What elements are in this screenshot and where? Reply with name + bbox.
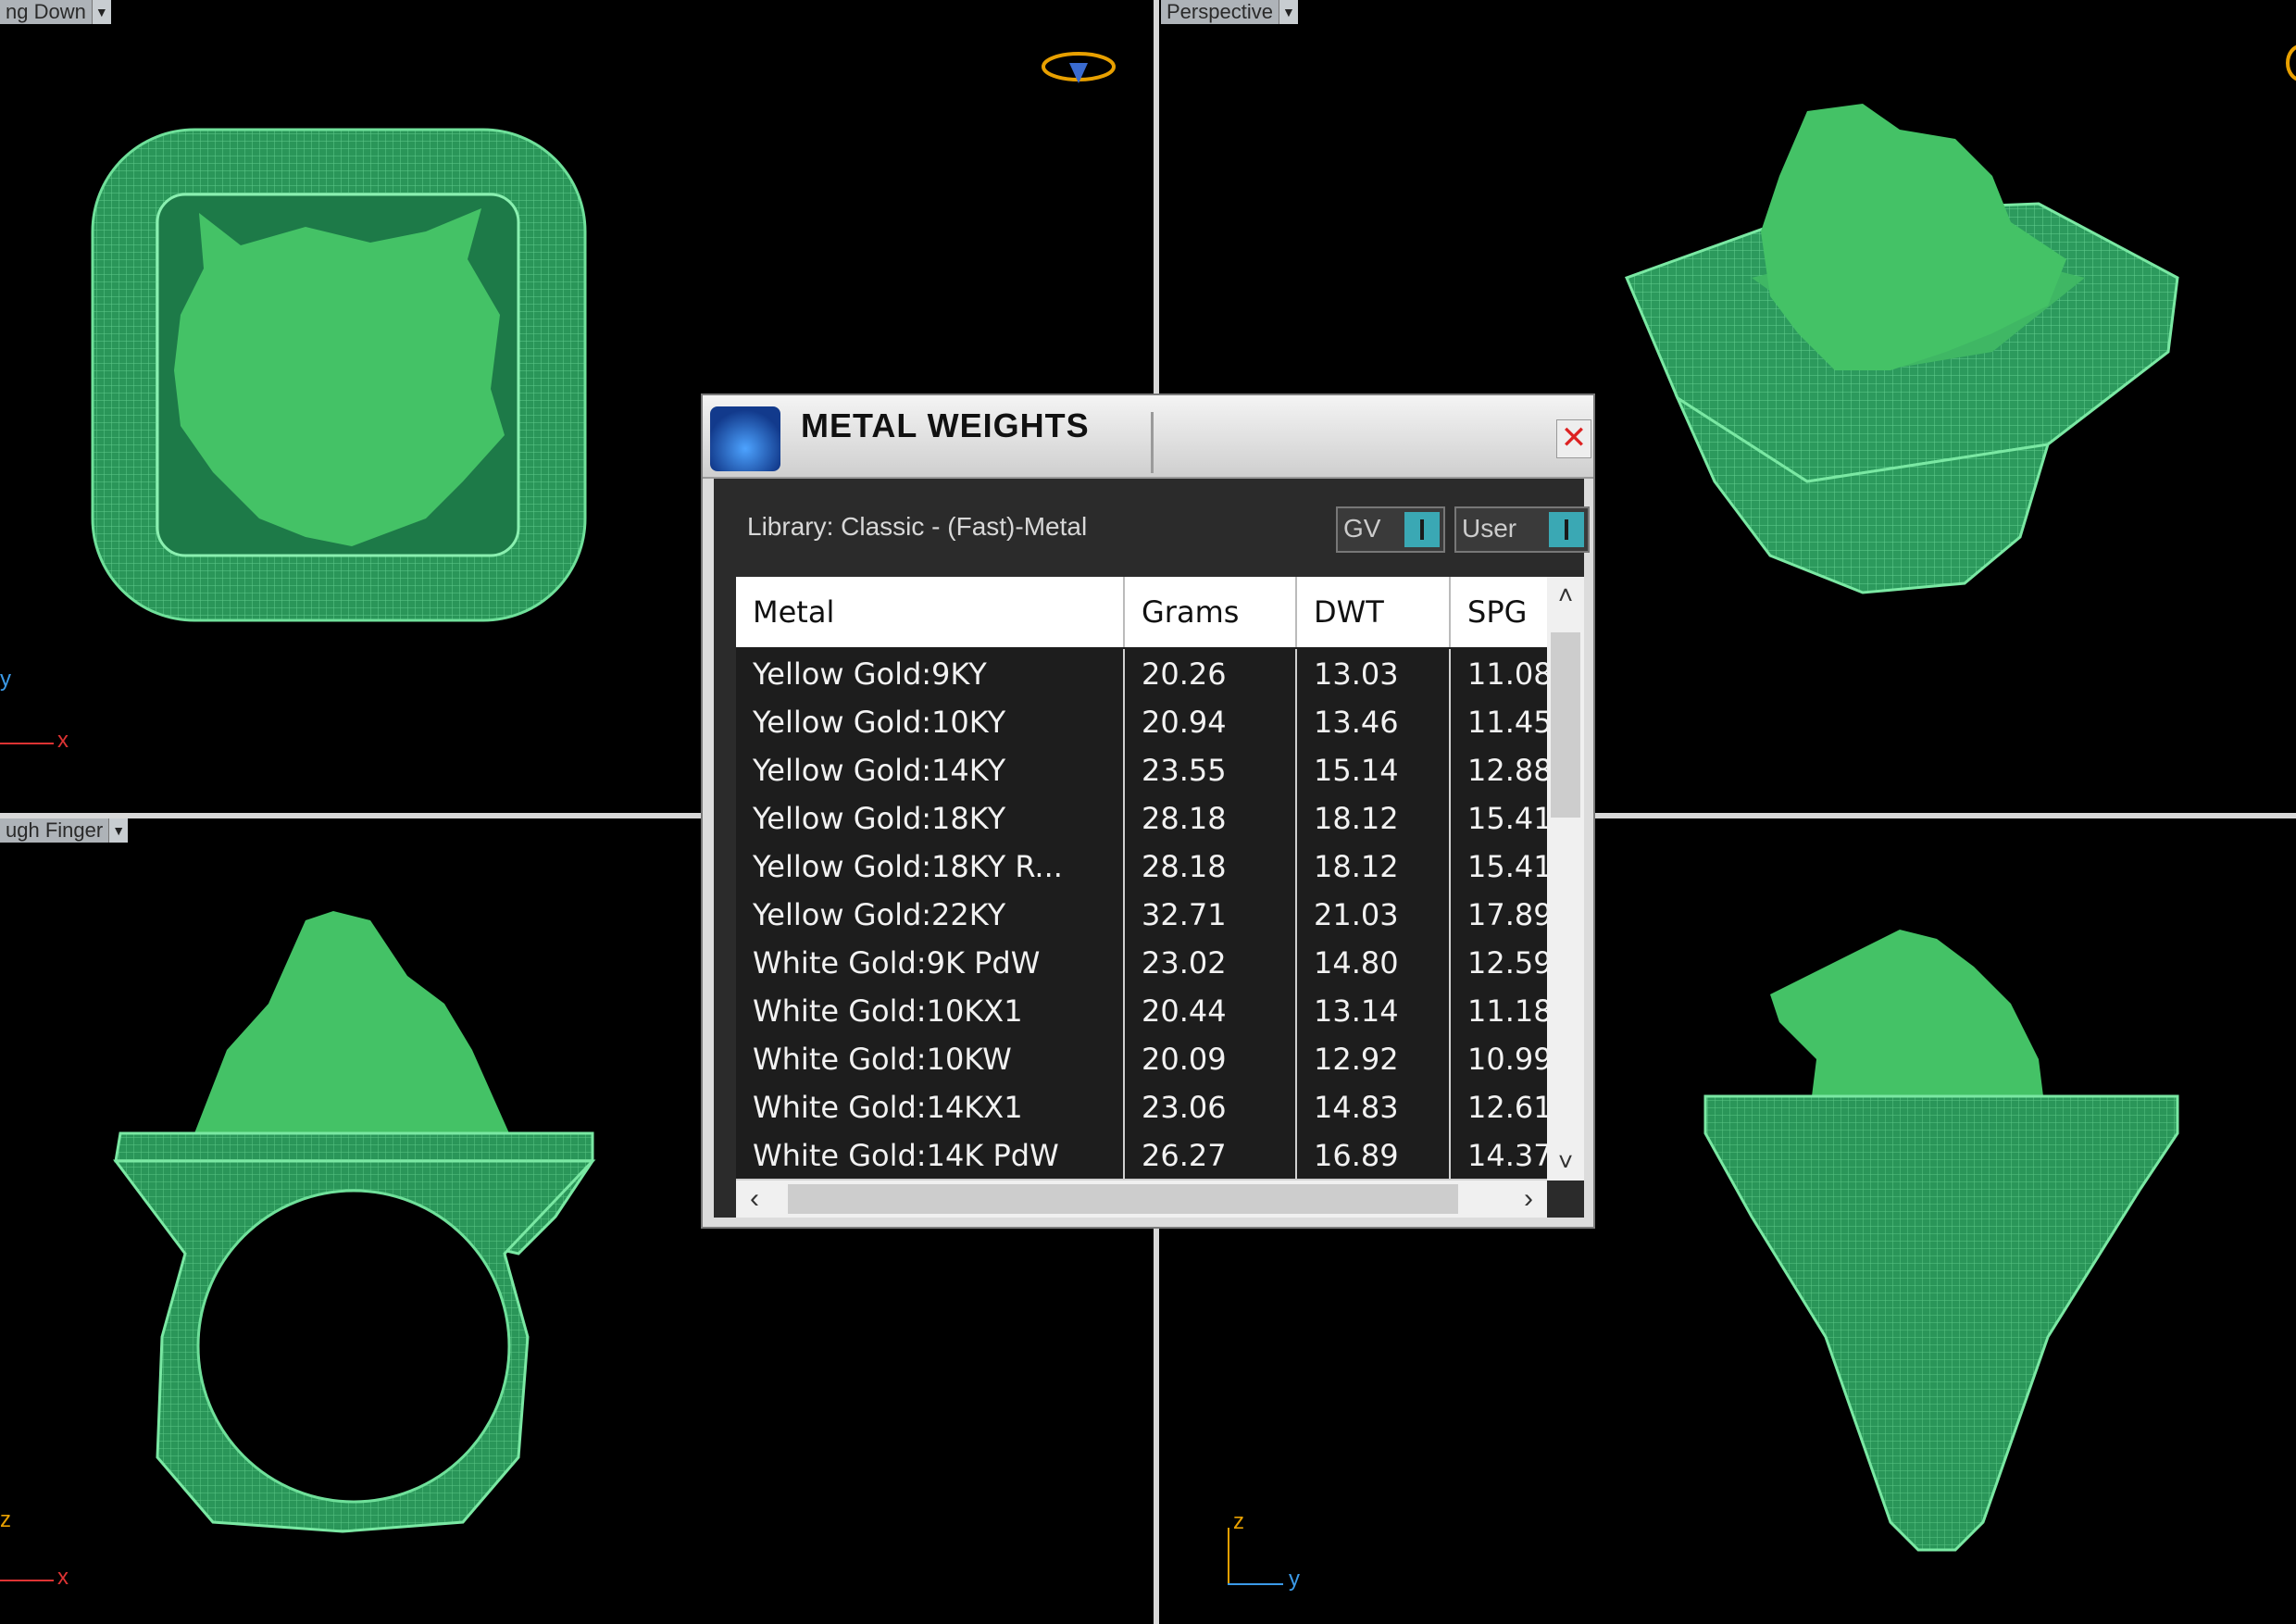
- spg-cell: 11.45: [1451, 697, 1558, 745]
- dialog-titlebar[interactable]: METAL WEIGHTS ✕: [703, 395, 1593, 479]
- axis-y-label: y: [1289, 1567, 1300, 1592]
- table-row[interactable]: White Gold:14KX1 23.06 14.83 12.61: [736, 1082, 1558, 1132]
- view-cube-icon[interactable]: [1037, 44, 1120, 91]
- scroll-thumb[interactable]: [788, 1184, 1458, 1214]
- metal-cell: White Gold:14K PdW: [736, 1131, 1125, 1179]
- table-row[interactable]: Yellow Gold:14KY 23.55 15.14 12.88: [736, 745, 1558, 795]
- user-toggle[interactable]: User: [1454, 506, 1590, 553]
- dwt-cell: 14.83: [1297, 1082, 1451, 1131]
- dwt-cell: 13.14: [1297, 986, 1451, 1034]
- grams-cell: 23.06: [1125, 1082, 1297, 1131]
- view-cube-icon[interactable]: [2284, 37, 2296, 93]
- scroll-up-icon[interactable]: ˄: [1547, 577, 1584, 614]
- gv-toggle-label: GV: [1343, 514, 1381, 543]
- table-row[interactable]: Yellow Gold:18KY R... 28.18 18.12 15.41: [736, 842, 1558, 892]
- spg-cell: 12.88: [1451, 745, 1558, 793]
- metal-cell: White Gold:10KW: [736, 1034, 1125, 1082]
- dwt-cell: 15.14: [1297, 745, 1451, 793]
- axis-z-label: z: [1233, 1509, 1244, 1534]
- grams-cell: 28.18: [1125, 793, 1297, 842]
- close-button[interactable]: ✕: [1556, 419, 1591, 458]
- scroll-right-icon[interactable]: ›: [1510, 1181, 1547, 1218]
- toggle-switch-icon: [1549, 512, 1584, 547]
- axis-x-label: x: [57, 1565, 69, 1590]
- dwt-cell: 16.89: [1297, 1131, 1451, 1179]
- spg-cell: 11.08: [1451, 649, 1558, 697]
- user-toggle-label: User: [1462, 514, 1517, 543]
- dwt-cell: 12.92: [1297, 1034, 1451, 1082]
- grams-cell: 28.18: [1125, 842, 1297, 890]
- spg-cell: 12.59: [1451, 938, 1558, 986]
- metal-cell: Yellow Gold:22KY: [736, 890, 1125, 938]
- dialog-body: Library: Classic - (Fast)-Metal GV User …: [714, 479, 1590, 1218]
- axis-y-label: y: [0, 667, 11, 692]
- gv-toggle[interactable]: GV: [1336, 506, 1445, 553]
- metal-cell: White Gold:10KX1: [736, 986, 1125, 1034]
- table-header: Metal Grams DWT SPG: [736, 577, 1558, 647]
- grams-cell: 20.26: [1125, 649, 1297, 697]
- toggle-switch-icon: [1404, 512, 1440, 547]
- spg-cell: 15.41: [1451, 842, 1558, 890]
- metal-weights-table[interactable]: Metal Grams DWT SPG Yellow Gold:9KY 20.26…: [736, 577, 1558, 1181]
- spg-cell: 15.41: [1451, 793, 1558, 842]
- scroll-left-icon[interactable]: ‹: [736, 1181, 773, 1218]
- metal-cell: Yellow Gold:9KY: [736, 649, 1125, 697]
- spg-cell: 12.61: [1451, 1082, 1558, 1131]
- dwt-cell: 14.80: [1297, 938, 1451, 986]
- grams-cell: 23.55: [1125, 745, 1297, 793]
- table-row[interactable]: Yellow Gold:10KY 20.94 13.46 11.45: [736, 697, 1558, 747]
- vertical-scrollbar[interactable]: ˄ ˅: [1547, 577, 1584, 1181]
- spg-cell: 10.99: [1451, 1034, 1558, 1082]
- axis-x-line: [0, 1580, 54, 1581]
- metal-weights-dialog[interactable]: METAL WEIGHTS ✕ Library: Classic - (Fast…: [701, 394, 1595, 1229]
- metal-cell: White Gold:14KX1: [736, 1082, 1125, 1131]
- table-row[interactable]: Yellow Gold:18KY 28.18 18.12 15.41: [736, 793, 1558, 843]
- metal-cell: Yellow Gold:10KY: [736, 697, 1125, 745]
- table-row[interactable]: Yellow Gold:22KY 32.71 21.03 17.89: [736, 890, 1558, 940]
- metal-cell: Yellow Gold:18KY R...: [736, 842, 1125, 890]
- table-row[interactable]: Yellow Gold:9KY 20.26 13.03 11.08: [736, 649, 1558, 699]
- grams-cell: 23.02: [1125, 938, 1297, 986]
- grams-cell: 20.09: [1125, 1034, 1297, 1082]
- grams-cell: 20.94: [1125, 697, 1297, 745]
- column-header-spg[interactable]: SPG: [1451, 577, 1558, 647]
- scroll-thumb[interactable]: [1551, 632, 1580, 818]
- axis-z-label: z: [0, 1507, 11, 1532]
- metal-cell: White Gold:9K PdW: [736, 938, 1125, 986]
- axis-z-line: [1228, 1528, 1229, 1585]
- dwt-cell: 13.03: [1297, 649, 1451, 697]
- column-header-grams[interactable]: Grams: [1125, 577, 1297, 647]
- app-logo-icon: [710, 406, 780, 471]
- grams-cell: 20.44: [1125, 986, 1297, 1034]
- grams-cell: 26.27: [1125, 1131, 1297, 1179]
- dialog-title: METAL WEIGHTS: [801, 406, 1090, 444]
- axis-x-line: [0, 743, 54, 744]
- dwt-cell: 18.12: [1297, 842, 1451, 890]
- dwt-cell: 21.03: [1297, 890, 1451, 938]
- table-row[interactable]: White Gold:9K PdW 23.02 14.80 12.59: [736, 938, 1558, 988]
- horizontal-scrollbar[interactable]: ‹ ›: [736, 1181, 1547, 1218]
- library-label: Library: Classic - (Fast)-Metal: [747, 512, 1088, 541]
- spg-cell: 11.18: [1451, 986, 1558, 1034]
- axis-y-line: [1228, 1583, 1283, 1585]
- metal-cell: Yellow Gold:14KY: [736, 745, 1125, 793]
- axis-x-label: x: [57, 728, 69, 753]
- dwt-cell: 13.46: [1297, 697, 1451, 745]
- column-header-metal[interactable]: Metal: [736, 577, 1125, 647]
- column-header-dwt[interactable]: DWT: [1297, 577, 1451, 647]
- table-row[interactable]: White Gold:10KW 20.09 12.92 10.99: [736, 1034, 1558, 1084]
- spg-cell: 17.89: [1451, 890, 1558, 938]
- grams-cell: 32.71: [1125, 890, 1297, 938]
- scroll-down-icon[interactable]: ˅: [1547, 1143, 1584, 1181]
- table-row[interactable]: White Gold:14K PdW 26.27 16.89 14.37: [736, 1131, 1558, 1181]
- metal-cell: Yellow Gold:18KY: [736, 793, 1125, 842]
- dwt-cell: 18.12: [1297, 793, 1451, 842]
- title-separator: [1151, 412, 1154, 473]
- table-row[interactable]: White Gold:10KX1 20.44 13.14 11.18: [736, 986, 1558, 1036]
- spg-cell: 14.37: [1451, 1131, 1558, 1179]
